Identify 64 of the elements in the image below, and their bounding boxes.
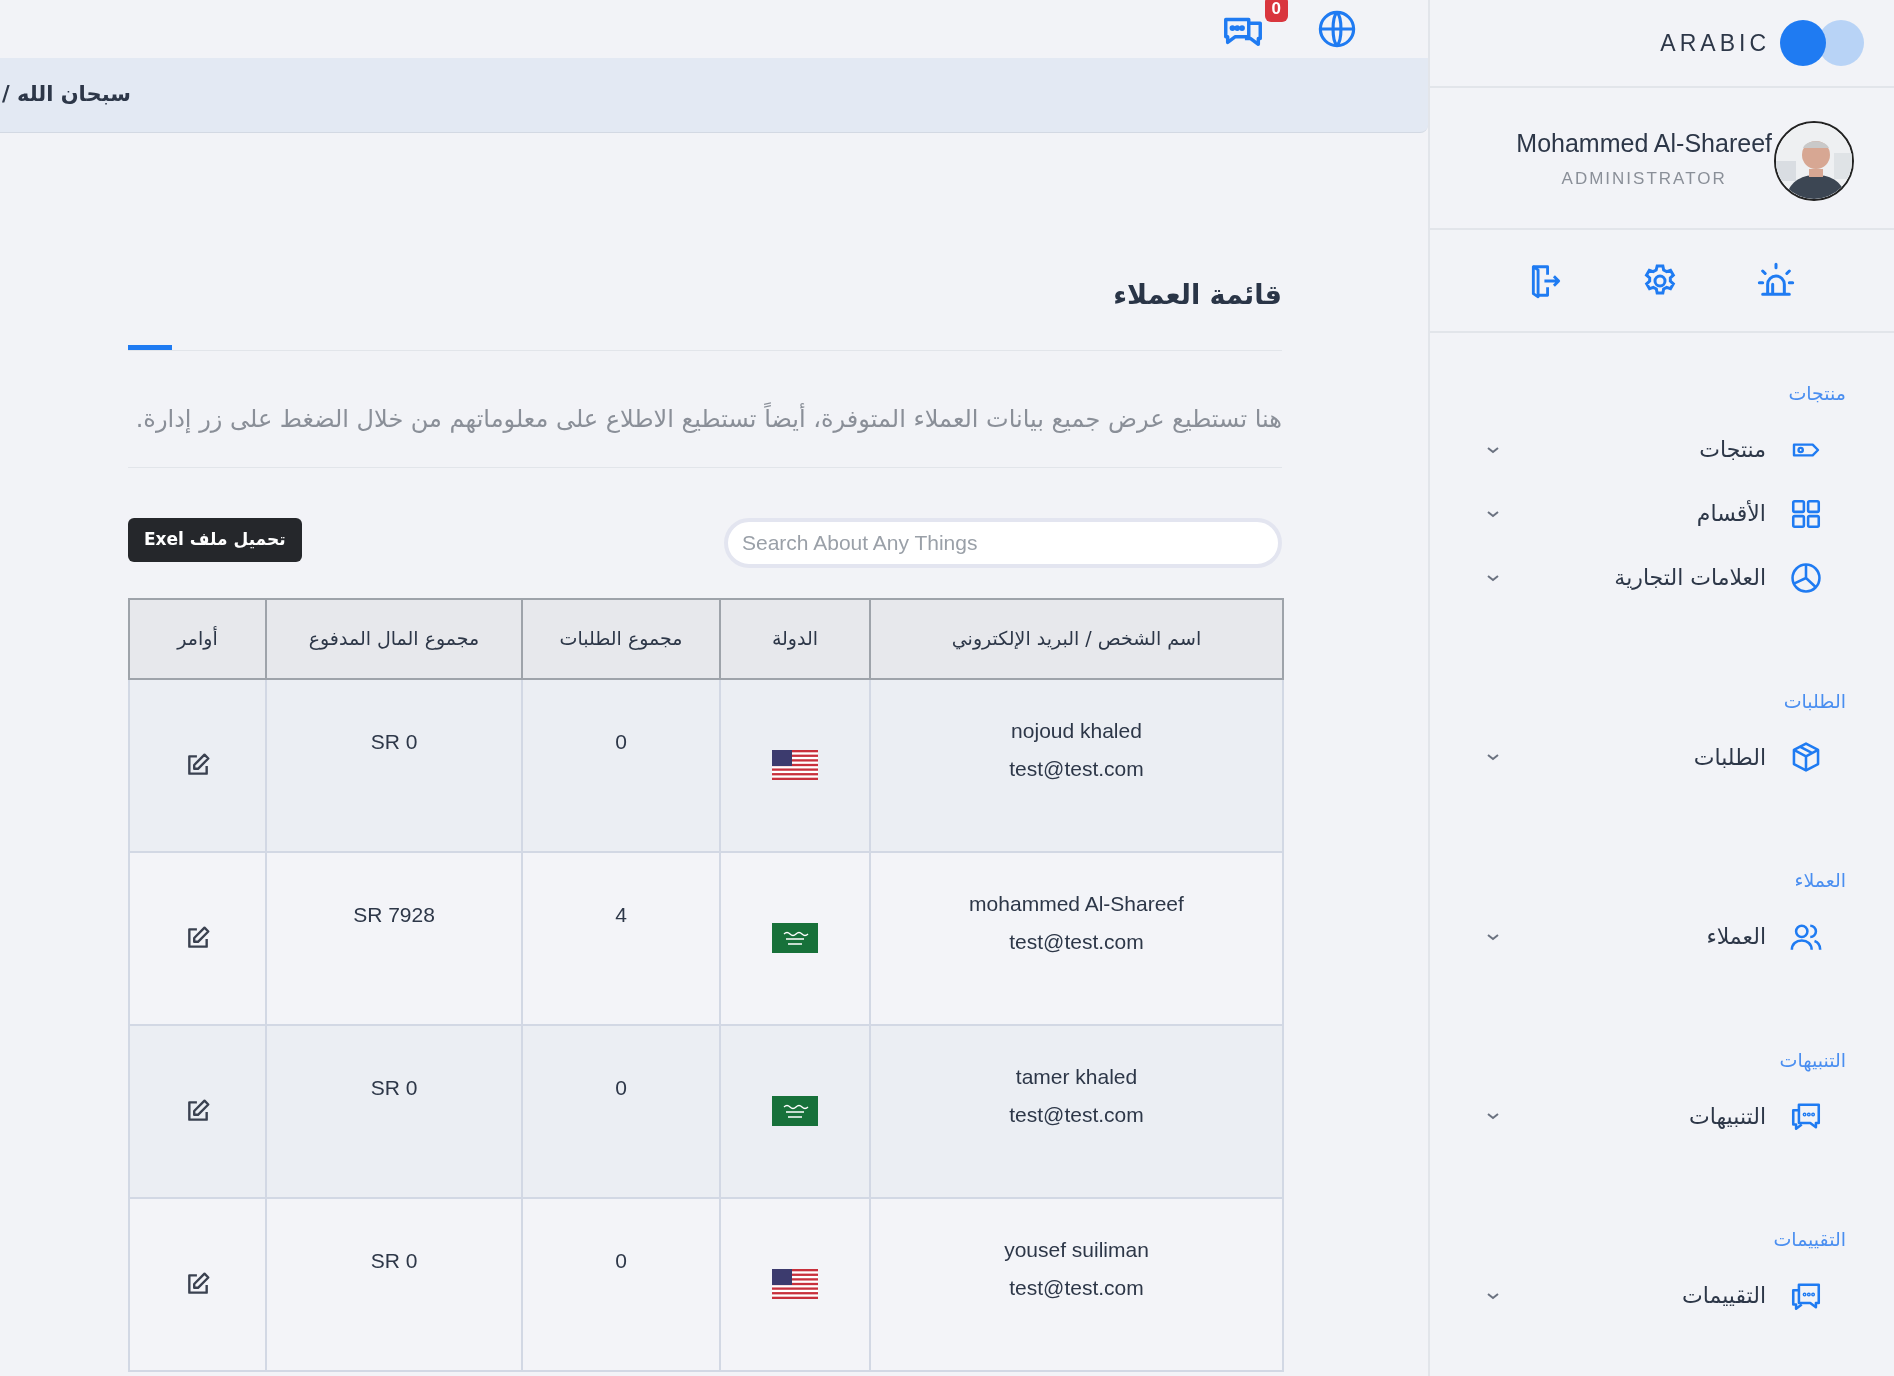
customer-email: test@test.com: [1008, 1274, 1145, 1301]
column-header: الدولة: [720, 598, 870, 679]
column-header: أوامر: [129, 598, 266, 679]
orders-count: 0: [615, 1248, 627, 1272]
pie-chart-icon: [1789, 560, 1823, 595]
chevron-down-icon: [1486, 444, 1500, 455]
orders-count: 0: [615, 729, 627, 753]
title-underline: [128, 344, 172, 350]
section-heading: التنبيهات: [1778, 1047, 1847, 1074]
breadcrumb[interactable]: سبحان الله /: [0, 79, 131, 111]
customer-email: test@test.com: [1008, 1101, 1145, 1128]
menu-item[interactable]: العلامات التجارية: [1430, 555, 1894, 600]
customer-name: nojoud khaled: [1010, 717, 1143, 744]
menu-label: العملاء: [1706, 923, 1766, 951]
customer-email: test@test.com: [1008, 755, 1145, 782]
menu-item[interactable]: منتجات: [1430, 427, 1894, 472]
globe-icon[interactable]: [1316, 8, 1358, 50]
menu-item[interactable]: الطلبات: [1430, 735, 1894, 779]
chevron-down-icon: [1486, 508, 1500, 519]
menu-label: الطلبات: [1693, 743, 1766, 772]
customer-name: mohammed Al-Shareef: [968, 890, 1185, 917]
user-name: Mohammed Al-Shareef: [1516, 127, 1772, 159]
amount-paid: SR 0: [370, 729, 418, 753]
amount-paid: SR 0: [370, 1248, 418, 1272]
export-button[interactable]: تحميل ملف Exel: [128, 517, 302, 562]
menu-item[interactable]: التقييمات: [1430, 1273, 1894, 1318]
menu-label: العلامات التجارية: [1614, 564, 1766, 592]
column-header: اسم الشخص / البريد الإلكتروني: [870, 598, 1283, 679]
column-header: مجموع الطلبات: [522, 598, 720, 679]
menu-label: التنبيهات: [1689, 1102, 1766, 1131]
section-heading: الطلبات: [1782, 688, 1847, 714]
chevron-down-icon: [1486, 752, 1500, 762]
orders-count: 4: [615, 902, 627, 926]
column-header: مجموع المال المدفوع: [266, 598, 522, 679]
chevron-down-icon: [1486, 572, 1500, 583]
language-label: ARABIC: [1660, 28, 1770, 58]
menu-label: منتجات: [1699, 436, 1766, 464]
notification-badge: 0: [1264, 0, 1288, 22]
search-field[interactable]: Search About Any Things: [724, 517, 1282, 568]
saudi-flag-icon: [772, 1096, 818, 1126]
amount-paid: SR 7928: [353, 902, 435, 926]
menu-label: الأقسام: [1696, 499, 1766, 528]
menu-item[interactable]: العملاء: [1430, 914, 1894, 959]
section-heading: منتجات: [1787, 381, 1847, 406]
chevron-down-icon: [1486, 1111, 1500, 1121]
section-heading: التقييمات: [1772, 1227, 1847, 1252]
customer-name: yousef suiliman: [1003, 1236, 1150, 1263]
user-role: ADMINISTRATOR: [1561, 168, 1727, 190]
orders-count: 0: [615, 1075, 627, 1099]
page-title: قائمة العملاء: [1113, 278, 1282, 312]
customer-email: test@test.com: [1008, 928, 1145, 955]
page-description: هنا تستطيع عرض جميع بيانات العملاء المتوفرة، أيضاً تستطيع الاطلاع على معلوماتهم من خلال الضغط على زر إدارة.: [134, 401, 1282, 435]
saudi-flag-icon: [772, 923, 818, 953]
us-flag-icon: [772, 1269, 818, 1299]
menu-item[interactable]: التنبيهات: [1430, 1094, 1894, 1138]
customer-name: tamer khaled: [1014, 1063, 1139, 1090]
language-toggle[interactable]: [1780, 20, 1864, 66]
chevron-down-icon: [1486, 1290, 1500, 1301]
menu-item[interactable]: الأقسام: [1430, 491, 1894, 536]
menu-label: التقييمات: [1682, 1282, 1766, 1310]
chevron-down-icon: [1486, 931, 1500, 942]
amount-paid: SR 0: [370, 1075, 418, 1099]
section-heading: العملاء: [1793, 868, 1847, 893]
us-flag-icon: [772, 750, 818, 780]
